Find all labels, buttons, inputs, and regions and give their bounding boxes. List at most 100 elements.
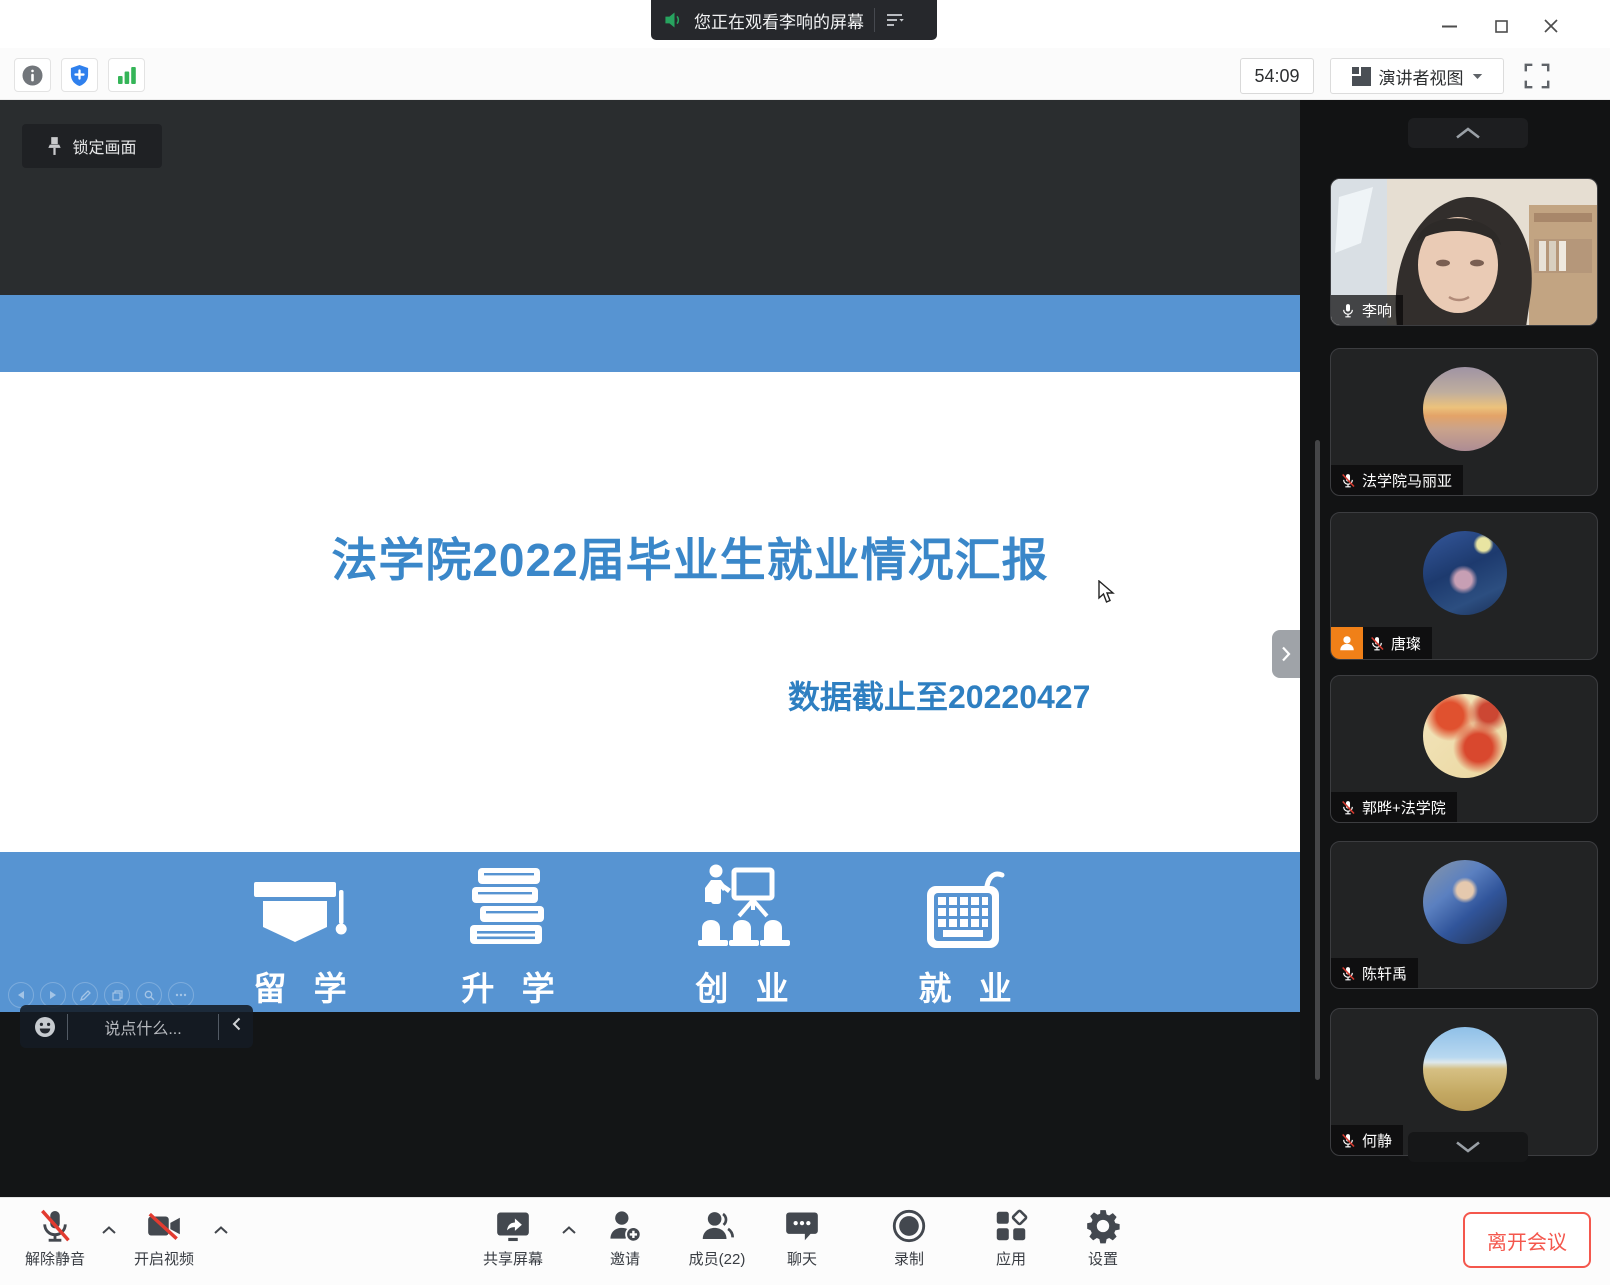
banner-menu-icon[interactable] — [875, 0, 915, 40]
settings-label: 设置 — [1063, 1248, 1143, 1269]
chevron-right-icon — [1281, 646, 1291, 662]
category-study-abroad: 留 学 — [215, 862, 385, 1010]
leave-meeting-button[interactable]: 离开会议 — [1463, 1212, 1591, 1268]
scroll-participants-up-button[interactable] — [1408, 118, 1528, 148]
share-screen-icon — [494, 1207, 532, 1245]
participant-tile-maliya[interactable]: 法学院马丽亚 — [1330, 348, 1598, 496]
pin-icon — [47, 136, 62, 157]
watching-banner: 您正在观看李响的屏幕 — [651, 0, 937, 40]
presentation-icon — [657, 862, 827, 954]
members-icon — [698, 1207, 736, 1245]
category-further-education: 升 学 — [423, 862, 593, 1010]
participant-name: 何静 — [1362, 1130, 1392, 1151]
watching-banner-text: 您正在观看李响的屏幕 — [694, 8, 864, 33]
mic-muted-icon — [1369, 635, 1385, 652]
view-mode-label: 演讲者视图 — [1379, 64, 1464, 89]
close-button[interactable] — [1536, 13, 1566, 39]
security-button[interactable] — [61, 58, 98, 92]
participant-name-tag: 法学院马丽亚 — [1331, 465, 1463, 495]
meeting-controls-bar: 解除静音 开启视频 共享屏幕 邀请 成员(22) 聊天 录制 应用 设置 — [0, 1197, 1610, 1285]
chevron-up-icon — [1455, 127, 1481, 139]
category-label: 升 学 — [423, 962, 593, 1010]
category-entrepreneurship: 创 业 — [657, 862, 827, 1010]
invite-icon — [606, 1207, 644, 1245]
chat-label: 聊天 — [762, 1248, 842, 1269]
mic-options-caret[interactable] — [100, 1224, 118, 1236]
participant-name-tag: 陈轩禹 — [1331, 958, 1418, 988]
participant-tile-tangcan[interactable]: 唐璨 — [1330, 512, 1598, 660]
participant-name-tag: 郭晔+法学院 — [1331, 792, 1457, 822]
participant-tile-lixiang[interactable]: 李响 — [1330, 178, 1598, 326]
participant-name-tag: 唐璨 — [1331, 627, 1432, 659]
speaker-icon — [664, 11, 685, 29]
participant-avatar — [1423, 531, 1507, 615]
participants-sidebar: 李响 法学院马丽亚 唐璨 郭晔+法学院 陈轩禹 — [1300, 100, 1610, 1197]
meeting-topbar: 54:09 演讲者视图 — [0, 48, 1610, 100]
emoji-icon[interactable] — [34, 1016, 56, 1038]
participant-tile-chenxuanyu[interactable]: 陈轩禹 — [1330, 841, 1598, 989]
slide-bottom-band — [0, 852, 1300, 1012]
lock-screen-button[interactable]: 锁定画面 — [22, 124, 162, 168]
info-icon — [22, 65, 43, 86]
sidebar-collapse-tab[interactable] — [1272, 630, 1300, 678]
invite-label: 邀请 — [585, 1248, 665, 1269]
slide-subtitle: 数据截止至20220427 — [788, 672, 1090, 718]
record-button[interactable]: 录制 — [869, 1207, 949, 1269]
mic-muted-icon — [1340, 799, 1356, 816]
lock-screen-label: 锁定画面 — [72, 134, 136, 158]
camera-off-icon — [145, 1207, 183, 1245]
members-button[interactable]: 成员(22) — [677, 1207, 757, 1269]
category-employment: 就 业 — [880, 862, 1050, 1010]
chat-input-placeholder[interactable]: 说点什么... — [68, 1015, 218, 1039]
invite-button[interactable]: 邀请 — [585, 1207, 665, 1269]
settings-button[interactable]: 设置 — [1063, 1207, 1143, 1269]
scroll-participants-down-button[interactable] — [1408, 1132, 1528, 1162]
host-badge-icon — [1331, 627, 1363, 659]
chat-quick-bar[interactable]: 说点什么... — [20, 1005, 253, 1048]
meeting-timer: 54:09 — [1240, 58, 1314, 94]
apps-label: 应用 — [971, 1248, 1051, 1269]
participant-avatar — [1423, 367, 1507, 451]
video-options-caret[interactable] — [212, 1224, 230, 1236]
share-screen-button[interactable]: 共享屏幕 — [473, 1207, 553, 1269]
chevron-down-icon — [1472, 73, 1483, 80]
window-titlebar: 您正在观看李响的屏幕 — [0, 0, 1610, 48]
shield-plus-icon — [69, 64, 90, 87]
category-label: 就 业 — [880, 962, 1050, 1010]
mic-muted-icon — [36, 1207, 74, 1245]
mouse-cursor — [1098, 580, 1116, 609]
apps-button[interactable]: 应用 — [971, 1207, 1051, 1269]
view-mode-selector[interactable]: 演讲者视图 — [1330, 58, 1504, 94]
share-options-caret[interactable] — [560, 1224, 578, 1236]
shared-screen-stage: 锁定画面 法学院2022届毕业生就业情况汇报 数据截止至20220427 留 学… — [0, 100, 1300, 1197]
settings-icon — [1084, 1207, 1122, 1245]
maximize-button[interactable] — [1486, 13, 1516, 39]
members-label: 成员(22) — [677, 1248, 757, 1269]
fullscreen-button[interactable] — [1520, 60, 1554, 92]
participant-tile-guoye[interactable]: 郭晔+法学院 — [1330, 675, 1598, 823]
chat-button[interactable]: 聊天 — [762, 1207, 842, 1269]
participant-name: 李响 — [1362, 300, 1392, 321]
participant-avatar — [1423, 694, 1507, 778]
layout-icon — [1352, 67, 1371, 86]
graduation-cap-icon — [215, 862, 385, 954]
collapse-chatbar-icon[interactable] — [219, 1017, 253, 1036]
record-label: 录制 — [869, 1248, 949, 1269]
unmute-button[interactable]: 解除静音 — [15, 1207, 95, 1269]
participant-name-tag: 李响 — [1331, 295, 1403, 325]
start-video-button[interactable]: 开启视频 — [124, 1207, 204, 1269]
slide-body — [0, 372, 1300, 852]
apps-icon — [992, 1207, 1030, 1245]
meeting-info-button[interactable] — [14, 58, 51, 92]
signal-bars-icon — [117, 66, 137, 84]
network-quality-button[interactable] — [108, 58, 145, 92]
chevron-down-icon — [1455, 1141, 1481, 1153]
mic-on-icon — [1340, 302, 1356, 319]
chat-icon — [783, 1207, 821, 1245]
mic-muted-icon — [1340, 965, 1356, 982]
minimize-button[interactable] — [1434, 13, 1464, 39]
sidebar-scrollbar[interactable] — [1315, 440, 1320, 1080]
participant-avatar — [1423, 860, 1507, 944]
record-icon — [890, 1207, 928, 1245]
participant-name: 陈轩禹 — [1362, 963, 1407, 984]
